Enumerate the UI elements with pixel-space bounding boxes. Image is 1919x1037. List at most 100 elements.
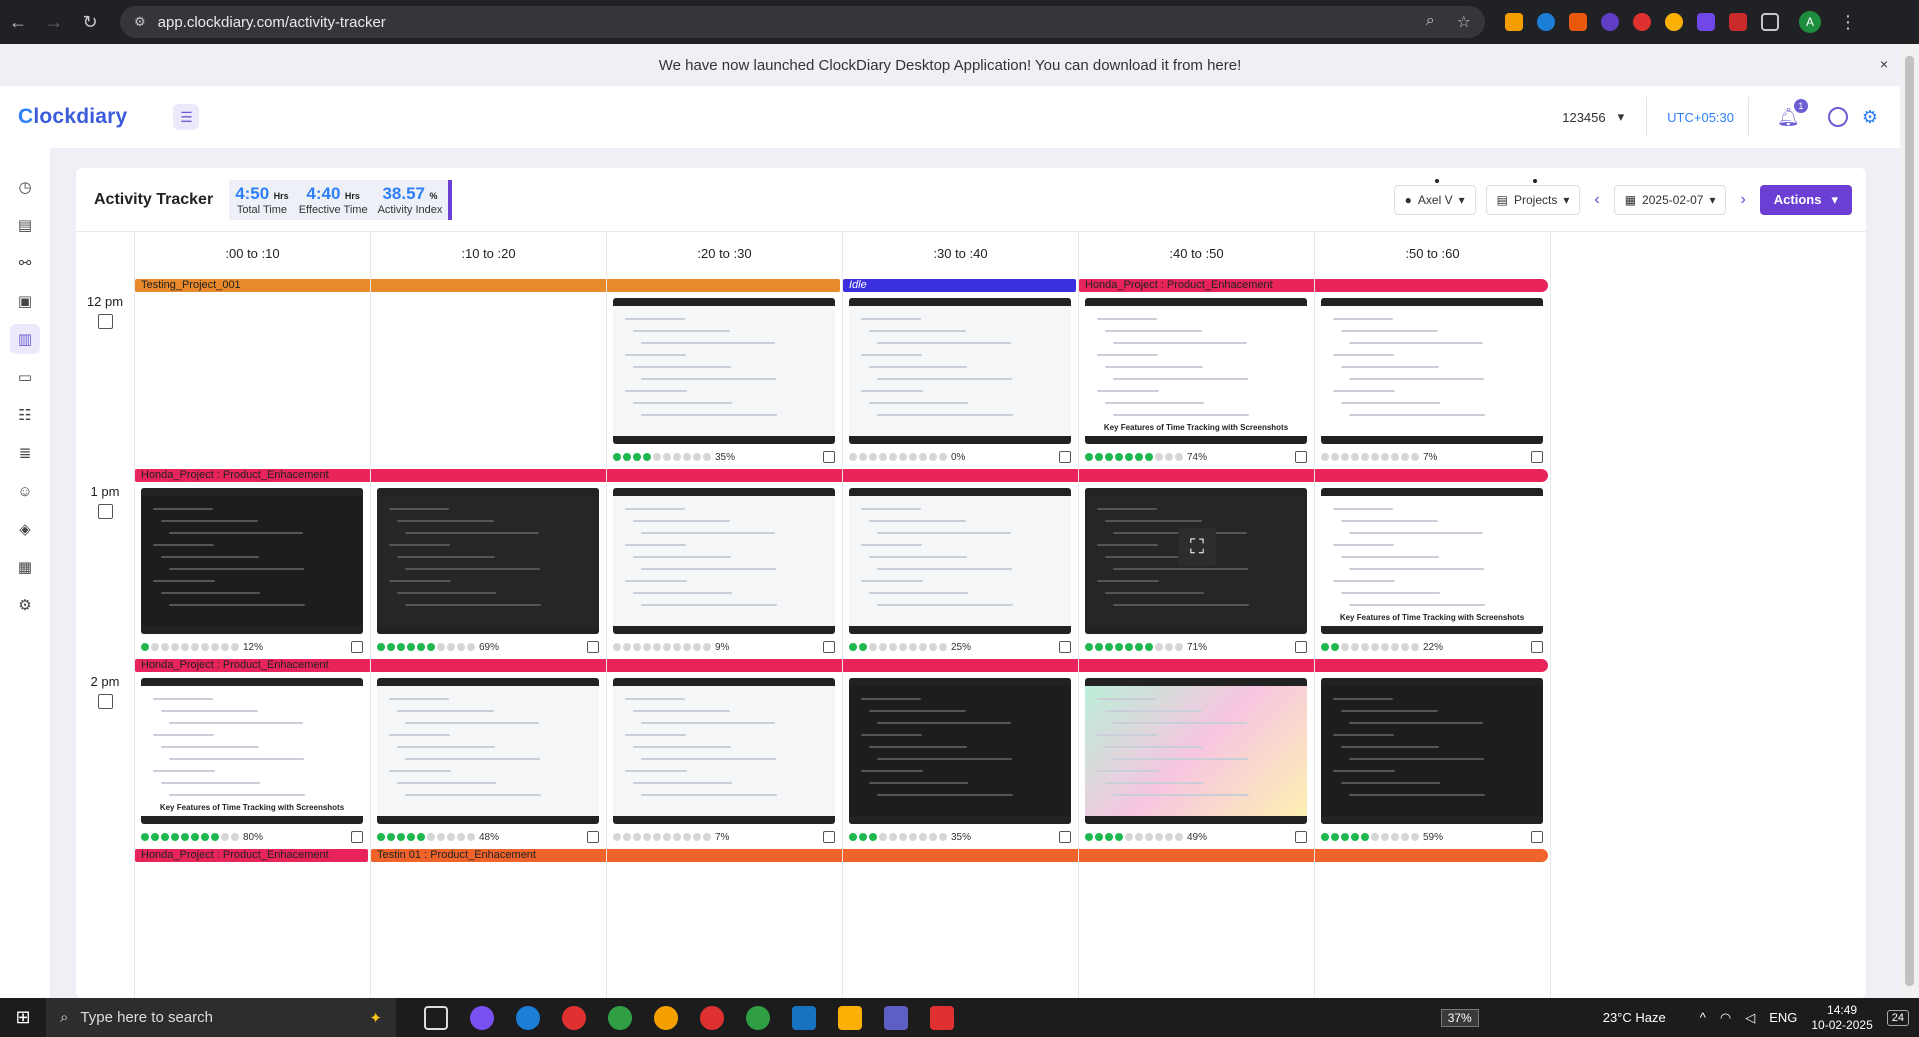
- screenshot-thumbnail[interactable]: [849, 298, 1071, 444]
- copilot-icon[interactable]: [470, 1005, 494, 1030]
- banner-text[interactable]: We have now launched ClockDiary Desktop …: [659, 57, 1242, 74]
- screenshot-select-checkbox[interactable]: [1295, 641, 1307, 653]
- sidebar-tag-icon[interactable]: ◈: [10, 514, 40, 544]
- hour-select-checkbox[interactable]: [98, 694, 113, 709]
- screenshot-thumbnail[interactable]: [849, 488, 1071, 634]
- file-explorer-icon[interactable]: [838, 1005, 862, 1030]
- logo[interactable]: Clockdiary: [18, 105, 127, 129]
- sidebar-user-icon[interactable]: ☺: [10, 476, 40, 506]
- extension-gem-icon[interactable]: [1601, 13, 1619, 31]
- screenshot-select-checkbox[interactable]: [823, 831, 835, 843]
- screenshot-thumbnail[interactable]: [613, 678, 835, 824]
- screenshot-select-checkbox[interactable]: [1295, 831, 1307, 843]
- address-bar[interactable]: ⚙ app.clockdiary.com/activity-tracker ⌕ …: [120, 6, 1485, 38]
- screenshot-thumbnail[interactable]: [613, 488, 835, 634]
- menu-toggle-icon[interactable]: ☰: [173, 104, 200, 130]
- extension-blue-icon[interactable]: [1537, 13, 1555, 31]
- screenshot-select-checkbox[interactable]: [1531, 641, 1543, 653]
- screenshot-thumbnail[interactable]: Key Features of Time Tracking with Scree…: [1321, 488, 1543, 634]
- forward-icon[interactable]: →: [36, 12, 72, 33]
- date-picker[interactable]: ▦ 2025-02-07 ▾: [1613, 184, 1727, 215]
- profile-avatar[interactable]: A: [1799, 11, 1821, 33]
- page-scrollbar[interactable]: [1900, 44, 1919, 998]
- project-bar[interactable]: Testin 01 : Product_Enhacement: [371, 849, 1548, 862]
- screenshot-thumbnail[interactable]: [1321, 678, 1543, 824]
- extension-tdk-icon[interactable]: [1697, 13, 1715, 31]
- organization-selector[interactable]: 123456 ▾: [1540, 97, 1648, 137]
- screenshot-thumbnail[interactable]: [849, 678, 1071, 824]
- teams-icon[interactable]: [884, 1005, 908, 1030]
- project-bar[interactable]: Idle: [843, 279, 1076, 292]
- extensions-puzzle-icon[interactable]: [1761, 13, 1779, 31]
- sidebar-clock-icon[interactable]: ◷: [10, 172, 40, 202]
- reload-icon[interactable]: ↻: [72, 12, 108, 33]
- screenshot-select-checkbox[interactable]: [587, 831, 599, 843]
- screenshot-select-checkbox[interactable]: [823, 451, 835, 463]
- taskbar-search[interactable]: ⌕ Type here to search ✦: [46, 998, 396, 1037]
- screenshot-thumbnail[interactable]: [141, 488, 363, 634]
- screenshot-select-checkbox[interactable]: [351, 831, 363, 843]
- actions-button[interactable]: Actions ▾: [1759, 184, 1852, 215]
- hour-select-checkbox[interactable]: [98, 504, 113, 519]
- zoom-icon[interactable]: ⌕: [1426, 12, 1435, 32]
- screenshot-thumbnail[interactable]: [377, 488, 599, 634]
- project-bar[interactable]: Honda_Project : Product_Enhacement: [135, 849, 368, 862]
- bell-icon[interactable]: 🔔︎ 1: [1777, 98, 1808, 128]
- chevron-up-icon[interactable]: ^: [1700, 1010, 1706, 1025]
- wifi-icon[interactable]: ◠: [1720, 1010, 1731, 1026]
- next-date-icon[interactable]: ›: [1736, 191, 1749, 209]
- close-icon[interactable]: ×: [1880, 56, 1888, 72]
- screenshot-select-checkbox[interactable]: [351, 641, 363, 653]
- user-profile-icon[interactable]: [1827, 107, 1848, 127]
- screenshot-select-checkbox[interactable]: [1059, 641, 1071, 653]
- windows-start-icon[interactable]: ⊞: [0, 1007, 46, 1028]
- extension-yellow-icon[interactable]: [1665, 13, 1683, 31]
- language-indicator[interactable]: ENG: [1769, 1010, 1797, 1025]
- screenshot-thumbnail[interactable]: Key Features of Time Tracking with Scree…: [1085, 298, 1307, 444]
- site-info-icon[interactable]: ⚙: [134, 14, 146, 30]
- screenshot-thumbnail[interactable]: Key Features of Time Tracking with Scree…: [141, 678, 363, 824]
- screenshot-select-checkbox[interactable]: [1059, 451, 1071, 463]
- edge-icon[interactable]: [516, 1005, 540, 1030]
- screenshot-thumbnail[interactable]: [1321, 298, 1543, 444]
- bookmark-star-icon[interactable]: ☆: [1457, 12, 1471, 32]
- extension-amazon-icon[interactable]: [1505, 13, 1523, 31]
- mail-icon[interactable]: [792, 1005, 816, 1030]
- sidebar-clipboard-icon[interactable]: ▣: [10, 286, 40, 316]
- volume-icon[interactable]: ◁: [1745, 1010, 1755, 1026]
- back-icon[interactable]: ←: [0, 12, 36, 33]
- screenshot-select-checkbox[interactable]: [587, 641, 599, 653]
- screenshot-thumbnail[interactable]: [1085, 678, 1307, 824]
- task-view-icon[interactable]: [424, 1005, 448, 1030]
- screenshot-select-checkbox[interactable]: [1531, 831, 1543, 843]
- chrome-icon[interactable]: [700, 1005, 724, 1030]
- chrome-icon[interactable]: [746, 1005, 770, 1030]
- screenshot-thumbnail[interactable]: [613, 298, 835, 444]
- more-menu-icon[interactable]: ⋮: [1839, 12, 1857, 33]
- notification-center-icon[interactable]: 24: [1886, 1009, 1909, 1026]
- battery-indicator[interactable]: 37%: [1440, 1008, 1479, 1027]
- chrome-icon[interactable]: [654, 1005, 678, 1030]
- project-filter-dropdown[interactable]: ▤ Projects ▾: [1485, 178, 1581, 215]
- sidebar-reports-icon[interactable]: ▥: [10, 324, 40, 354]
- expand-icon[interactable]: ⛶: [1178, 528, 1216, 566]
- sidebar-apps-icon[interactable]: ▦: [10, 552, 40, 582]
- screenshot-select-checkbox[interactable]: [1531, 451, 1543, 463]
- sidebar-chat-icon[interactable]: ▭: [10, 362, 40, 392]
- sidebar-hierarchy-icon[interactable]: ⚯: [10, 248, 40, 278]
- user-filter-dropdown[interactable]: ● Axel V ▾: [1393, 178, 1476, 215]
- sidebar-timesheet-icon[interactable]: ▤: [10, 210, 40, 240]
- screenshot-select-checkbox[interactable]: [1059, 831, 1071, 843]
- gear-icon[interactable]: ⚙: [1862, 107, 1878, 128]
- timezone-label[interactable]: UTC+05:30: [1647, 97, 1749, 137]
- sidebar-list-icon[interactable]: ≣: [10, 438, 40, 468]
- chrome-icon[interactable]: [608, 1005, 632, 1030]
- project-bar[interactable]: Testing_Project_001: [135, 279, 840, 292]
- hour-select-checkbox[interactable]: [98, 314, 113, 329]
- weather-widget[interactable]: 23°C Haze: [1603, 1010, 1666, 1025]
- wps-icon[interactable]: [930, 1005, 954, 1030]
- extension-red-c-icon[interactable]: [1633, 13, 1651, 31]
- previous-date-icon[interactable]: ‹: [1590, 191, 1603, 209]
- clock[interactable]: 14:49 10-02-2025: [1811, 1003, 1872, 1033]
- screenshot-select-checkbox[interactable]: [823, 641, 835, 653]
